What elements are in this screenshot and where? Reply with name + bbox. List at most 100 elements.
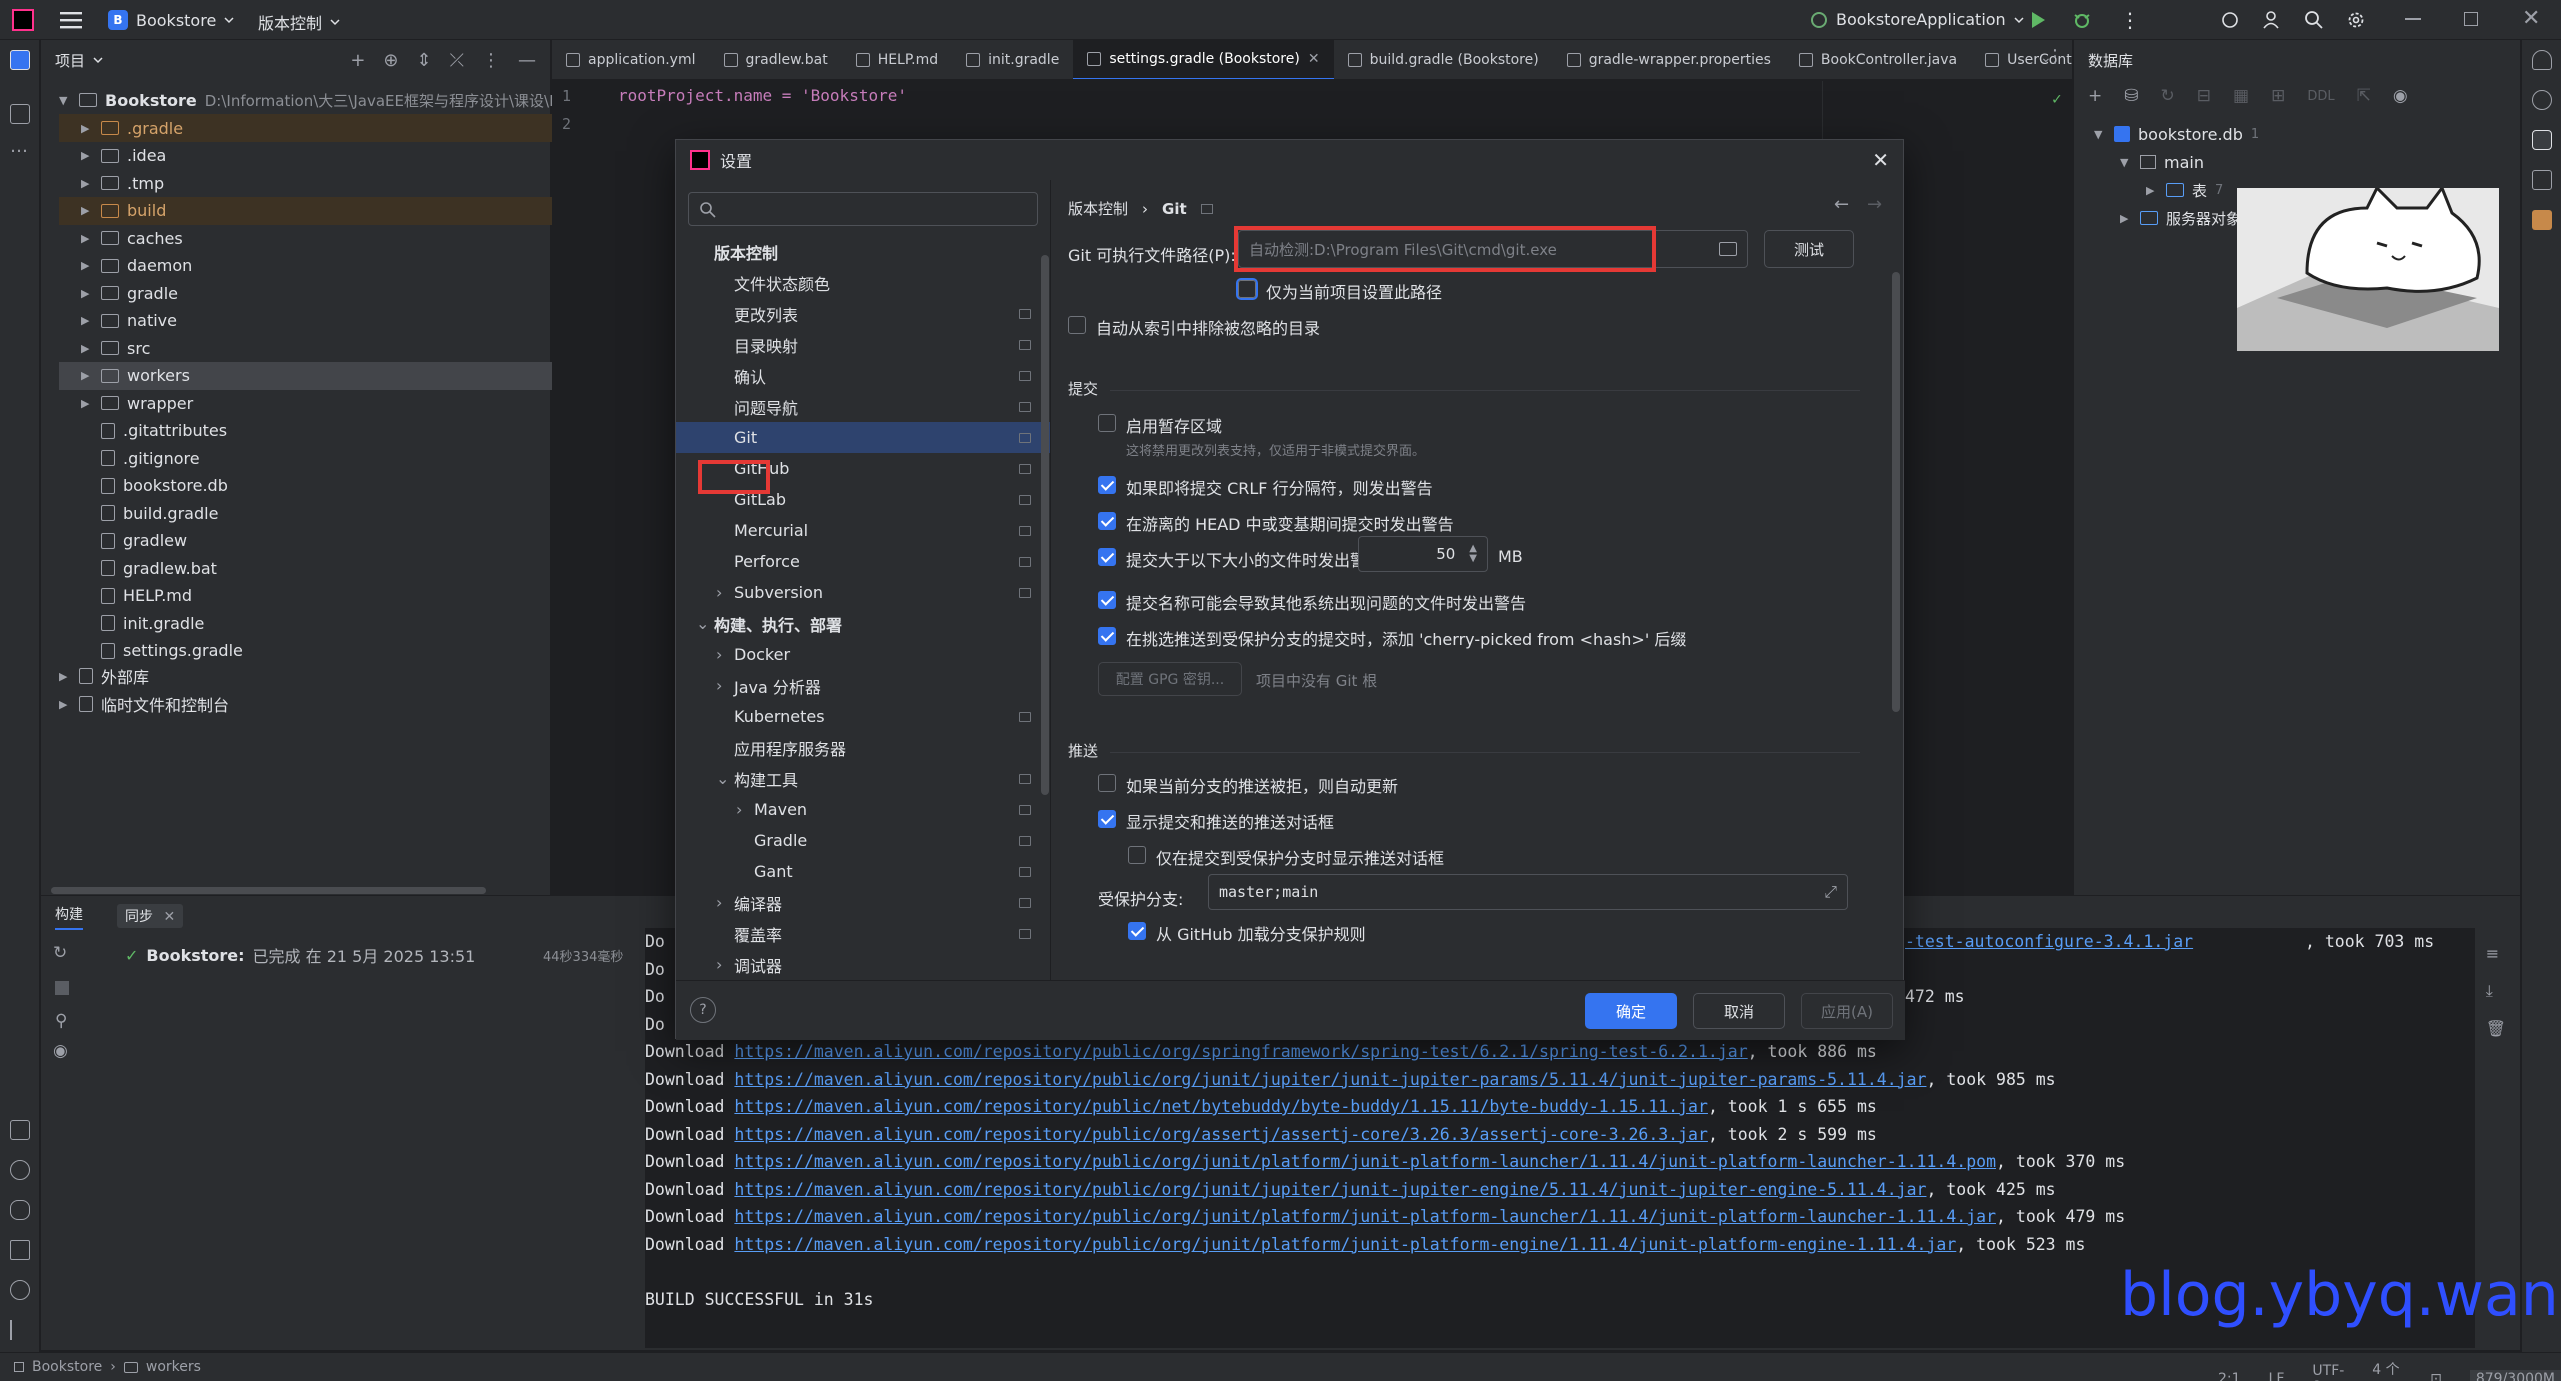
settings-nav-item[interactable]: 应用程序服务器 [676, 732, 1050, 763]
more-tools-icon[interactable]: … [10, 138, 30, 160]
browse-folder-icon[interactable] [1719, 242, 1737, 256]
view-options-icon[interactable]: ◉ [2393, 86, 2408, 106]
tree-item[interactable]: HELP.md [81, 582, 192, 610]
minimize-icon[interactable] [2405, 18, 2421, 20]
run-config-selector[interactable]: BookstoreApplication [1810, 10, 2024, 29]
git-tool-icon[interactable] [10, 1320, 30, 1340]
settings-nav-item[interactable]: › 调试器 [676, 949, 1050, 980]
rerun-icon[interactable]: ↻ [53, 943, 67, 963]
console-link[interactable]: https://maven.aliyun.com/repository/publ… [734, 1180, 1926, 1199]
tree-item[interactable]: ▶ .idea [81, 142, 166, 170]
close-tab-icon[interactable]: ✕ [163, 909, 175, 925]
ddl-button[interactable]: DDL [2307, 89, 2334, 104]
status-crumb-project[interactable]: Bookstore [32, 1359, 102, 1375]
chevron-down-icon[interactable]: ⌄ [696, 614, 709, 633]
services-tool-icon[interactable] [10, 1160, 30, 1180]
console-link[interactable]: https://maven.aliyun.com/repository/publ… [734, 1042, 1747, 1061]
indent-setting[interactable]: 4 个空格 [2372, 1359, 2402, 1381]
project-panel-title[interactable]: 项目 [55, 50, 85, 71]
cherry-pick-checkbox[interactable] [1098, 627, 1116, 645]
main-menu-icon[interactable] [60, 10, 82, 30]
console-link[interactable]: https://maven.aliyun.com/repository/publ… [734, 1125, 1708, 1144]
tree-item[interactable]: ▶ daemon [81, 252, 192, 280]
settings-nav-item[interactable]: Kubernetes [676, 701, 1050, 732]
database-tool-icon[interactable] [2532, 130, 2552, 150]
protected-branches-input[interactable]: master;main ⤢ [1208, 874, 1848, 910]
settings-nav-item[interactable]: 问题导航 [676, 391, 1050, 422]
console-link[interactable]: https://maven.aliyun.com/repository/publ… [734, 1152, 1996, 1171]
chevron-down-icon[interactable] [93, 55, 103, 65]
large-file-checkbox[interactable] [1098, 548, 1116, 566]
ok-button[interactable]: 确定 [1585, 993, 1677, 1029]
apply-button[interactable]: 应用(A) [1801, 993, 1893, 1029]
settings-nav-item[interactable]: › Docker [676, 639, 1050, 670]
soft-wrap-icon[interactable]: ≡ [2486, 944, 2506, 963]
tree-item[interactable]: gradlew.bat [81, 554, 217, 582]
auto-update-checkbox[interactable] [1098, 774, 1116, 792]
settings-nav-item[interactable]: › Java 分析器 [676, 670, 1050, 701]
staging-area-checkbox[interactable] [1098, 414, 1116, 432]
tree-item[interactable]: ▶ caches [81, 224, 183, 252]
settings-nav-item[interactable]: Gradle [676, 825, 1050, 856]
problems-tool-icon[interactable] [10, 1280, 30, 1300]
expand-field-icon[interactable]: ⤢ [1824, 882, 1837, 902]
tree-item[interactable]: .gitattributes [81, 417, 227, 445]
settings-nav-item[interactable]: Gant [676, 856, 1050, 887]
chevron-right-icon[interactable]: › [716, 645, 722, 664]
grid-icon[interactable]: ⊞ [2271, 86, 2285, 106]
settings-nav-item[interactable]: 目录映射 [676, 329, 1050, 360]
editor-tab[interactable]: gradlew.bat [710, 40, 842, 79]
settings-nav-item[interactable]: ⌄ 构建、执行、部署 [676, 608, 1050, 639]
settings-nav-item[interactable]: 版本控制 [676, 236, 1050, 267]
caret-position[interactable]: 2:1 [2218, 1371, 2241, 1381]
console-link[interactable]: https://maven.aliyun.com/repository/publ… [734, 1097, 1708, 1116]
clear-all-icon[interactable]: 🗑 [2486, 1019, 2506, 1038]
editor-tab[interactable]: BookController.java [1785, 40, 1971, 79]
more-actions-icon[interactable]: ⋮ [2120, 8, 2140, 32]
tree-item[interactable]: settings.gradle [81, 637, 243, 665]
close-tab-icon[interactable]: ✕ [1308, 51, 1320, 67]
project-switcher[interactable]: B Bookstore [108, 10, 234, 30]
tree-item[interactable]: ▶ gradle [81, 279, 178, 307]
stop-icon[interactable] [55, 981, 69, 995]
editor-tab[interactable]: build.gradle (Bookstore) [1334, 40, 1553, 79]
search-icon[interactable] [2304, 10, 2324, 30]
run-icon[interactable] [2028, 10, 2048, 30]
build-status-row[interactable]: ✓ Bookstore: 已完成 在 21 5月 2025 13:51 [125, 943, 475, 967]
line-separator[interactable]: LF [2269, 1371, 2285, 1381]
build-tool-icon[interactable] [10, 1120, 30, 1140]
console-link[interactable]: https://maven.aliyun.com/repository/publ… [734, 1207, 1996, 1226]
datasource-properties-icon[interactable]: ⛁ [2124, 86, 2138, 106]
hide-panel-icon[interactable]: — [518, 50, 536, 71]
settings-nav-item[interactable]: › Subversion [676, 577, 1050, 608]
only-this-project-checkbox[interactable] [1238, 280, 1256, 298]
settings-nav-item[interactable]: Mercurial [676, 515, 1050, 546]
chevron-right-icon[interactable]: › [736, 800, 742, 819]
disconnect-icon[interactable]: ⊟ [2197, 86, 2211, 106]
editor-tab[interactable]: HELP.md [842, 40, 952, 79]
auto-ignore-checkbox[interactable] [1068, 316, 1086, 334]
breadcrumb-parent[interactable]: 版本控制 [1068, 198, 1128, 219]
help-icon[interactable]: ? [690, 997, 716, 1023]
settings-nav-item[interactable]: ⌄ 构建工具 [676, 763, 1050, 794]
expand-all-icon[interactable]: ⇕ [417, 50, 432, 71]
chevron-right-icon[interactable]: › [716, 955, 722, 974]
chevron-right-icon[interactable]: › [716, 583, 722, 602]
maven-tool-icon[interactable] [2532, 210, 2552, 230]
tree-item[interactable]: gradlew [81, 527, 187, 555]
add-user-icon[interactable] [2262, 10, 2282, 30]
options-icon[interactable]: ⋮ [482, 50, 500, 71]
forward-arrow-icon[interactable]: → [1867, 194, 1882, 215]
settings-nav-item[interactable]: 更改列表 [676, 298, 1050, 329]
horizontal-scrollbar[interactable] [51, 887, 486, 894]
table-icon[interactable]: ▦ [2233, 86, 2249, 106]
settings-gear-icon[interactable] [2346, 10, 2366, 30]
tree-item[interactable]: init.gradle [81, 609, 204, 637]
chevron-right-icon[interactable]: › [716, 893, 722, 912]
scroll-to-end-icon[interactable]: ⤓ [2486, 981, 2506, 1001]
chevron-down-icon[interactable]: ⌄ [716, 769, 729, 788]
db-schema-main[interactable]: ▼ main [2120, 148, 2204, 176]
ai-chat-icon[interactable] [2532, 90, 2552, 110]
editor-tab[interactable]: gradle-wrapper.properties [1553, 40, 1785, 79]
close-window-icon[interactable]: ✕ [2522, 6, 2540, 31]
